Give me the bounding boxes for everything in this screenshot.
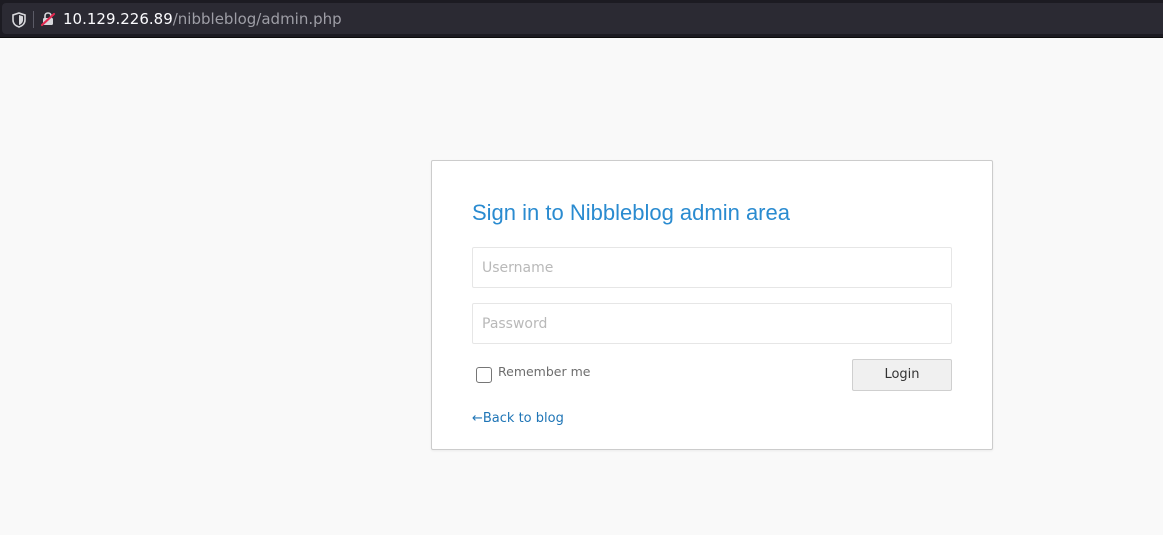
page-title: Sign in to Nibbleblog admin area	[472, 200, 790, 225]
insecure-lock-icon[interactable]	[40, 11, 56, 27]
login-button[interactable]: Login	[852, 359, 952, 391]
remember-me-checkbox[interactable]	[476, 367, 492, 383]
remember-me-label[interactable]: Remember me	[498, 364, 590, 380]
shield-icon[interactable]	[12, 12, 26, 28]
url-host: 10.129.226.89	[63, 10, 173, 28]
url-text[interactable]: 10.129.226.89/nibbleblog/admin.php	[63, 10, 342, 28]
back-to-blog-link[interactable]: ←Back to blog	[472, 411, 564, 426]
login-card: Sign in to Nibbleblog admin area Remembe…	[431, 160, 993, 450]
remember-me-row[interactable]: Remember me	[476, 364, 590, 384]
url-field[interactable]: 10.129.226.89/nibbleblog/admin.php	[2, 3, 1163, 34]
username-input[interactable]	[472, 247, 952, 288]
password-input[interactable]	[472, 303, 952, 344]
url-path: /nibbleblog/admin.php	[172, 10, 342, 28]
browser-url-bar: 10.129.226.89/nibbleblog/admin.php	[0, 0, 1163, 38]
url-separator	[33, 11, 34, 28]
